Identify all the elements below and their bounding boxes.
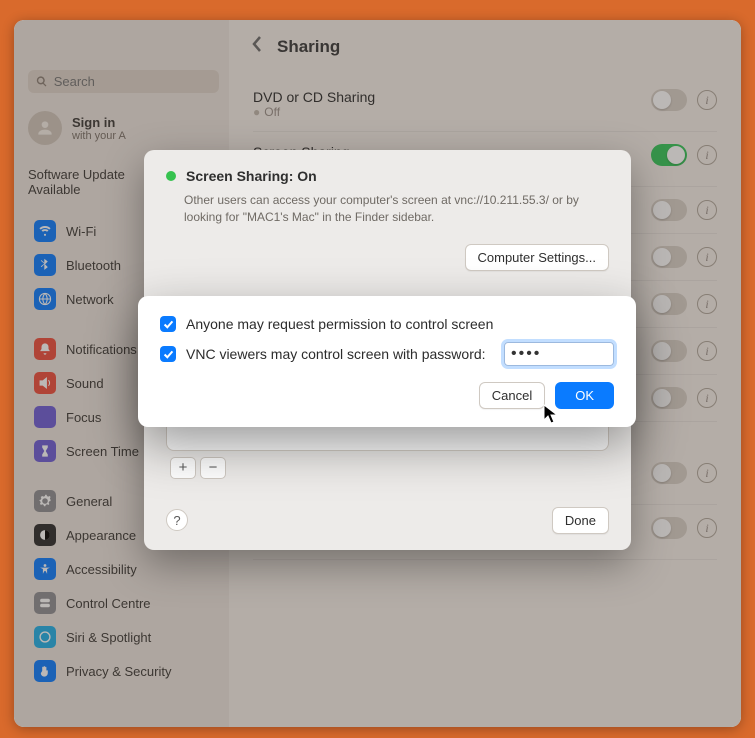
info-icon[interactable]: i xyxy=(697,145,717,165)
computer-settings-button[interactable]: Computer Settings... xyxy=(465,244,610,271)
checkbox-vnc-password-label: VNC viewers may control screen with pass… xyxy=(186,346,486,362)
service-status: ●Off xyxy=(253,105,641,119)
sheet-description: Other users can access your computer's s… xyxy=(184,192,609,226)
bt-icon xyxy=(34,254,56,276)
sidebar-item-label: Appearance xyxy=(66,528,136,543)
sidebar-item-label: Wi-Fi xyxy=(66,224,96,239)
service-toggle[interactable] xyxy=(651,246,687,268)
service-toggle[interactable] xyxy=(651,387,687,409)
sidebar-item-label: Sound xyxy=(66,376,104,391)
vnc-password-field[interactable]: •••• xyxy=(504,342,614,366)
hour-icon xyxy=(34,440,56,462)
checkbox-vnc-password[interactable] xyxy=(160,346,176,362)
add-user-button[interactable]: + xyxy=(170,457,196,479)
sign-in-subtitle: with your A xyxy=(72,130,126,142)
checkbox-anyone-request-label: Anyone may request permission to control… xyxy=(186,316,493,332)
account-row[interactable]: Sign in with your A xyxy=(28,111,219,145)
info-icon[interactable]: i xyxy=(697,90,717,110)
info-icon[interactable]: i xyxy=(697,200,717,220)
bell-icon xyxy=(34,338,56,360)
search-field[interactable] xyxy=(28,70,219,93)
sidebar-item-label: Screen Time xyxy=(66,444,139,459)
computer-settings-dialog: Anyone may request permission to control… xyxy=(138,296,636,427)
info-icon[interactable]: i xyxy=(697,518,717,538)
service-toggle[interactable] xyxy=(651,199,687,221)
wifi-icon xyxy=(34,220,56,242)
page-title: Sharing xyxy=(277,37,340,57)
done-button[interactable]: Done xyxy=(552,507,609,534)
moon-icon xyxy=(34,406,56,428)
service-toggle[interactable] xyxy=(651,293,687,315)
sidebar-item-label: Privacy & Security xyxy=(66,664,171,679)
service-row: DVD or CD Sharing●Off i xyxy=(253,77,717,132)
service-toggle[interactable] xyxy=(651,144,687,166)
info-icon[interactable]: i xyxy=(697,388,717,408)
service-toggle[interactable] xyxy=(651,517,687,539)
search-icon xyxy=(36,75,48,88)
sidebar-item-privacy-security[interactable]: Privacy & Security xyxy=(28,655,219,687)
sidebar-item-label: General xyxy=(66,494,112,509)
info-icon[interactable]: i xyxy=(697,463,717,483)
siri-icon xyxy=(34,626,56,648)
acc-icon xyxy=(34,558,56,580)
sidebar-item-label: Focus xyxy=(66,410,101,425)
hand-icon xyxy=(34,660,56,682)
avatar xyxy=(28,111,62,145)
appear-icon xyxy=(34,524,56,546)
sidebar-item-label: Siri & Spotlight xyxy=(66,630,151,645)
cancel-button[interactable]: Cancel xyxy=(479,382,545,409)
service-toggle[interactable] xyxy=(651,462,687,484)
checkbox-anyone-request[interactable] xyxy=(160,316,176,332)
info-icon[interactable]: i xyxy=(697,341,717,361)
service-toggle[interactable] xyxy=(651,340,687,362)
sidebar-item-label: Accessibility xyxy=(66,562,137,577)
info-icon[interactable]: i xyxy=(697,294,717,314)
sidebar-item-control-centre[interactable]: Control Centre xyxy=(28,587,219,619)
sidebar-item-label: Notifications xyxy=(66,342,137,357)
sound-icon xyxy=(34,372,56,394)
back-button[interactable] xyxy=(249,34,265,59)
sign-in-title: Sign in xyxy=(72,115,126,130)
ok-button[interactable]: OK xyxy=(555,382,614,409)
sidebar-item-siri-spotlight[interactable]: Siri & Spotlight xyxy=(28,621,219,653)
sidebar-item-accessibility[interactable]: Accessibility xyxy=(28,553,219,585)
net-icon xyxy=(34,288,56,310)
service-title: DVD or CD Sharing xyxy=(253,89,641,105)
sidebar-item-label: Control Centre xyxy=(66,596,151,611)
info-icon[interactable]: i xyxy=(697,247,717,267)
gear-icon xyxy=(34,490,56,512)
cc-icon xyxy=(34,592,56,614)
search-input[interactable] xyxy=(54,74,211,89)
status-dot-icon xyxy=(166,171,176,181)
remove-user-button[interactable]: − xyxy=(200,457,226,479)
sidebar-item-label: Bluetooth xyxy=(66,258,121,273)
sidebar-item-label: Network xyxy=(66,292,114,307)
help-button[interactable]: ? xyxy=(166,509,188,531)
sheet-title: Screen Sharing: On xyxy=(186,168,317,184)
service-toggle[interactable] xyxy=(651,89,687,111)
